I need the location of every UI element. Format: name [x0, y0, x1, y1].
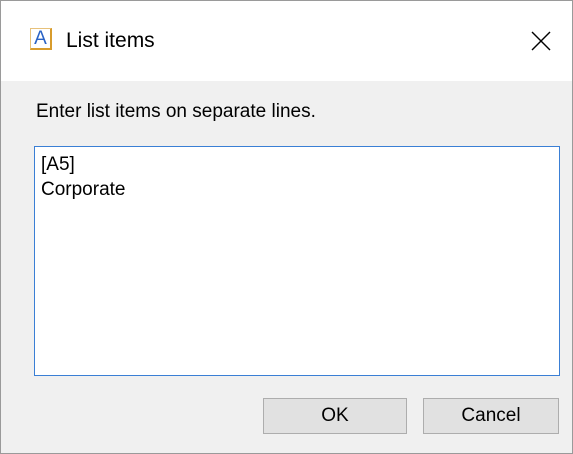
instruction-label: Enter list items on separate lines. — [36, 101, 316, 122]
close-button[interactable] — [510, 1, 572, 81]
text-app-icon: A — [30, 28, 52, 50]
list-items-textarea[interactable]: [A5] Corporate — [34, 146, 560, 376]
ok-button[interactable]: OK — [263, 398, 407, 434]
list-item-line: Corporate — [41, 179, 126, 200]
list-item-line: [A5] — [41, 154, 75, 175]
window-title: List items — [66, 29, 155, 52]
cancel-button[interactable]: Cancel — [423, 398, 559, 434]
list-items-dialog: A List items Enter list items on separat… — [0, 0, 573, 454]
close-icon — [531, 31, 551, 51]
title-bar[interactable]: A List items — [1, 1, 572, 81]
